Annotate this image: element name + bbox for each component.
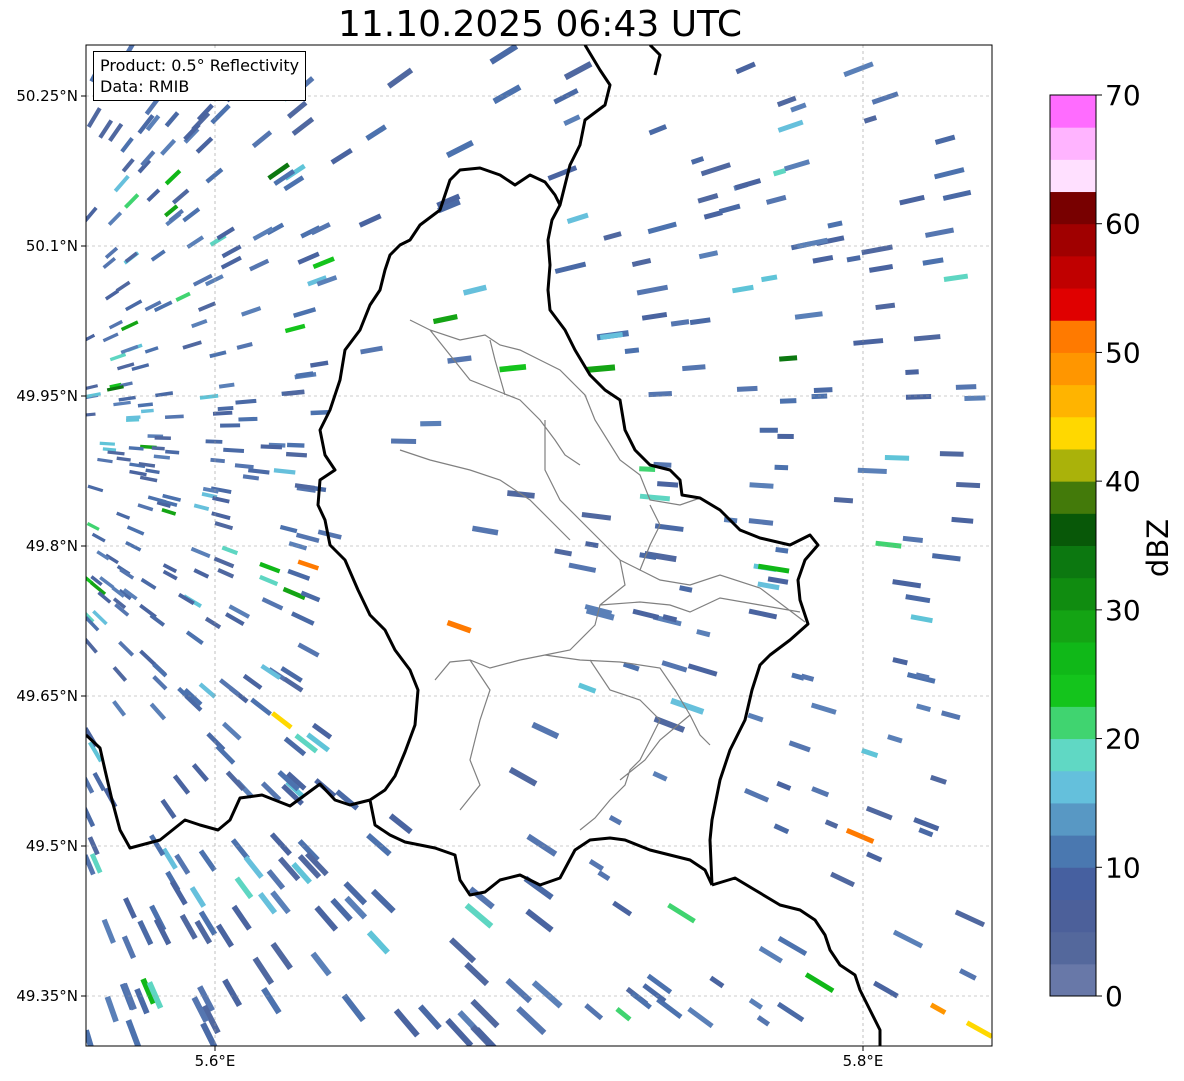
lat-tick-label: 49.95°N [16,387,78,405]
colorbar-segment [1050,899,1096,933]
echo-cell [955,384,977,390]
colorbar-segment [1050,931,1096,965]
colorbar-segment [1050,159,1096,193]
colorbar-segment [1050,802,1096,836]
colorbar-label: dBZ [1141,519,1175,577]
colorbar-segment [1050,963,1096,997]
echo-cell [391,438,417,444]
colorbar-tick-label: 50 [1105,336,1141,369]
colorbar-segment [1050,642,1096,675]
colorbar-segment [1050,352,1096,386]
colorbar-tick-label: 60 [1105,208,1141,241]
colorbar-tick-label: 30 [1105,594,1141,627]
colorbar-segment [1050,867,1096,900]
colorbar-segment [1050,706,1096,740]
echo-cell [905,393,932,400]
colorbar-segments [1050,95,1096,997]
radar-map-figure: +Wiltz+Ettelbruck+Findel+Esch/Alzette 5.… [16,44,1175,1070]
colorbar-segment [1050,191,1096,225]
colorbar: 0 10 20 30 40 50 60 70 dBZ [1049,79,1175,1013]
map-plot-area: +Wiltz+Ettelbruck+Findel+Esch/Alzette 5.… [16,44,993,1070]
echo-cell [774,464,789,471]
colorbar-segment [1050,288,1096,321]
echo-cell [238,416,258,422]
lat-tick-label: 49.65°N [16,687,78,705]
product-info-box: Product: 0.5° Reflectivity Data: RMIB [93,51,307,101]
colorbar-segment [1050,223,1096,257]
lon-tick-label: 5.6°E [195,1052,236,1070]
echo-cell [154,436,171,441]
echo-cell [205,439,223,444]
colorbar-tick-label: 10 [1105,851,1141,884]
echo-cell [884,455,910,461]
echo-cell [759,427,778,433]
echo-cell [310,410,329,416]
echo-cell [813,387,833,393]
data-source-label: Data: RMIB [100,77,190,96]
colorbar-segment [1050,609,1096,643]
colorbar-segment [1050,770,1096,804]
map-background [86,45,992,1046]
colorbar-segment [1050,738,1096,772]
colorbar-segment [1050,255,1096,289]
colorbar-segment [1050,95,1096,128]
colorbar-ticks: 0 10 20 30 40 50 60 70 [1096,79,1141,1013]
echo-cell [287,442,305,448]
echo-cell [779,398,797,404]
lat-tick-label: 49.35°N [16,987,78,1005]
colorbar-segment [1050,320,1096,353]
colorbar-segment [1050,577,1096,611]
lat-tick-label: 50.1°N [26,237,78,255]
colorbar-segment [1050,674,1096,707]
echo-cell [420,420,442,427]
echo-cell [905,369,919,376]
lon-tick-label: 5.8°E [843,1052,884,1070]
latitude-ticks: 50.25°N 50.1°N 49.95°N 49.8°N 49.65°N 49.5°N 4… [16,87,86,1005]
colorbar-segment [1050,416,1096,450]
echo-cell [939,451,964,457]
colorbar-tick-label: 70 [1105,79,1141,112]
colorbar-segment [1050,835,1096,868]
colorbar-tick-label: 40 [1105,465,1141,498]
echo-cell [220,423,241,428]
product-label: Product: 0.5° Reflectivity [100,56,300,75]
colorbar-tick-label: 20 [1105,723,1141,756]
colorbar-segment [1050,545,1096,579]
colorbar-segment [1050,448,1096,482]
colorbar-segment [1050,481,1096,514]
longitude-ticks: 5.6°E5.8°E6°E6.2°E6.4°E6.6°E [195,1046,884,1070]
colorbar-segment [1050,513,1096,546]
echo-cell [736,385,758,392]
echo-cell [777,433,794,439]
colorbar-segment [1050,127,1096,160]
lat-tick-label: 49.8°N [26,537,78,555]
colorbar-segment [1050,384,1096,418]
lat-tick-label: 49.5°N [26,837,78,855]
lat-tick-label: 50.25°N [16,87,78,105]
colorbar-tick-label: 0 [1105,980,1123,1013]
